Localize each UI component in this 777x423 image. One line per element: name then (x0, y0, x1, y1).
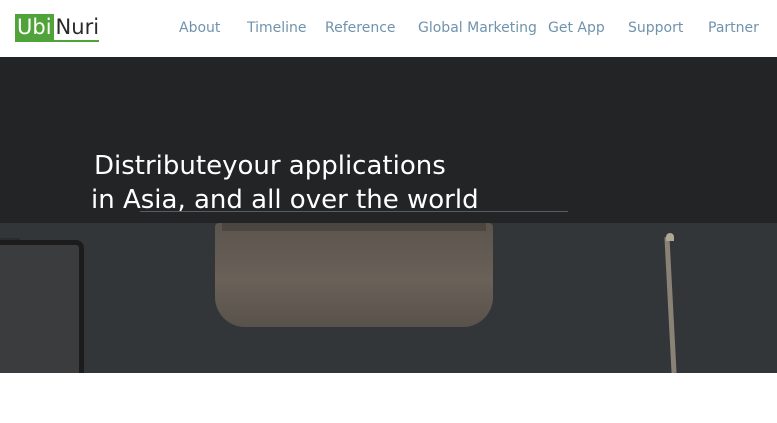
hero-mug-image (215, 223, 493, 327)
hero-headline: Distributeyour applications in Asia, and… (91, 149, 479, 217)
ubinuri-logo[interactable]: Ubi Nuri (15, 14, 100, 42)
hero-banner: Distributeyour applications in Asia, and… (0, 57, 777, 373)
logo-part-ubi: Ubi (15, 14, 54, 40)
hero-headline-line1: Distributeyour applications (94, 151, 446, 181)
nav-timeline-link[interactable]: Timeline (247, 20, 307, 36)
hero-mug-rim (222, 223, 486, 231)
nav-support-link[interactable]: Support (628, 20, 683, 36)
hero-pen-tip (666, 233, 674, 241)
nav-get-app-link[interactable]: Get App (548, 20, 605, 36)
hero-tablet-image (0, 240, 84, 373)
nav-global-marketing-link[interactable]: Global Marketing (418, 20, 537, 36)
top-navbar: Ubi Nuri About Timeline Reference Global… (0, 0, 777, 57)
logo-part-nuri: Nuri (55, 15, 100, 39)
nav-about-link[interactable]: About (179, 20, 220, 36)
hero-headline-line2: in Asia, and all over the world (91, 185, 479, 215)
nav-partner-link[interactable]: Partner (708, 20, 759, 36)
content-area (0, 373, 777, 423)
nav-reference-link[interactable]: Reference (325, 20, 396, 36)
